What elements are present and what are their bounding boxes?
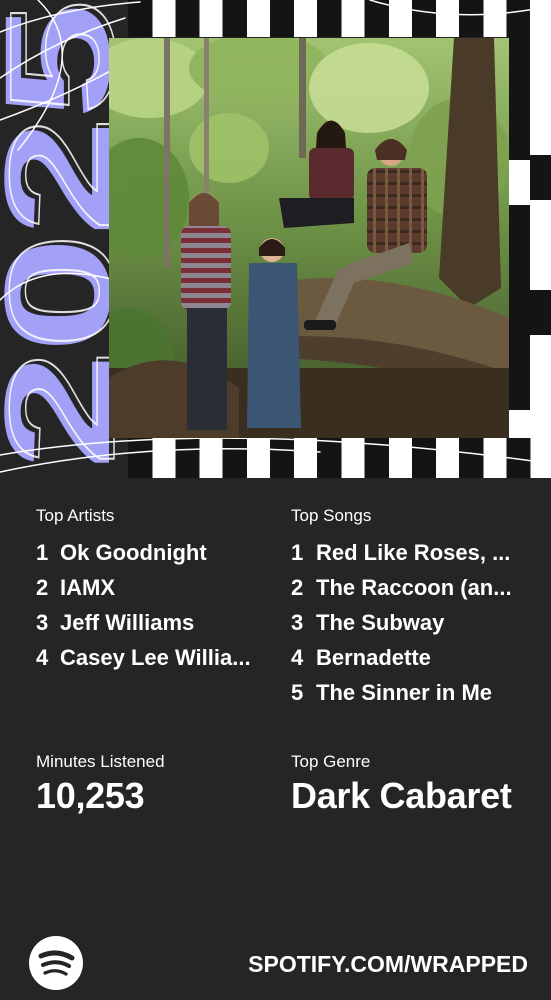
song-title: The Subway [316,610,445,635]
top-artists-list: 1 Ok Goodnight 2 IAMX 3 Jeff Williams 4 Case… [36,535,270,675]
person-1 [181,193,231,430]
artist-name: IAMX [60,575,115,600]
list-item: 5 The Sinner in Me [291,675,536,710]
list-item: 4 Bernadette [291,640,536,675]
rank-number: 3 [36,610,49,635]
top-artists-label: Top Artists [36,506,115,525]
checker-strip-right-outer [530,0,551,438]
rank-number: 1 [291,540,304,565]
checker-strip-bottom [128,438,551,478]
rank-number: 2 [291,575,304,600]
rank-number: 1 [36,540,49,565]
rank-number: 2 [36,575,49,600]
checker-strip-top [128,0,509,37]
song-title: Red Like Roses, ... [316,540,511,565]
top-genre-label: Top Genre [291,752,371,771]
minutes-listened-value: 10,253 [36,775,145,816]
spotify-logo-icon [29,936,83,990]
rank-number: 3 [291,610,304,635]
wrapped-url: SPOTIFY.COM/WRAPPED [248,951,528,977]
list-item: 1 Ok Goodnight [36,535,270,570]
top-genre-value: Dark Cabaret [291,775,512,816]
rank-number: 4 [291,645,304,670]
band-photo [109,38,509,438]
minutes-listened-label: Minutes Listened [36,752,165,771]
list-item: 2 IAMX [36,570,270,605]
song-title: Bernadette [316,645,431,670]
song-title: The Sinner in Me [316,680,493,705]
rank-number: 4 [36,645,49,670]
list-item: 3 Jeff Williams [36,605,270,640]
wrapped-artwork: 2025 2025 [0,0,551,478]
rank-number: 5 [291,680,304,705]
artist-name: Ok Goodnight [60,540,207,565]
list-item: 3 The Subway [291,605,536,640]
artist-name: Jeff Williams [60,610,195,635]
song-title: The Raccoon (an... [316,575,512,600]
top-songs-label: Top Songs [291,506,372,525]
checker-strip-right [509,0,530,438]
person-2 [247,238,301,428]
list-item: 1 Red Like Roses, ... [291,535,536,570]
list-item: 2 The Raccoon (an... [291,570,536,605]
list-item: 4 Casey Lee Willia... [36,640,270,675]
artist-name: Casey Lee Willia... [60,645,251,670]
top-songs-list: 1 Red Like Roses, ... 2 The Raccoon (an...… [291,535,536,710]
